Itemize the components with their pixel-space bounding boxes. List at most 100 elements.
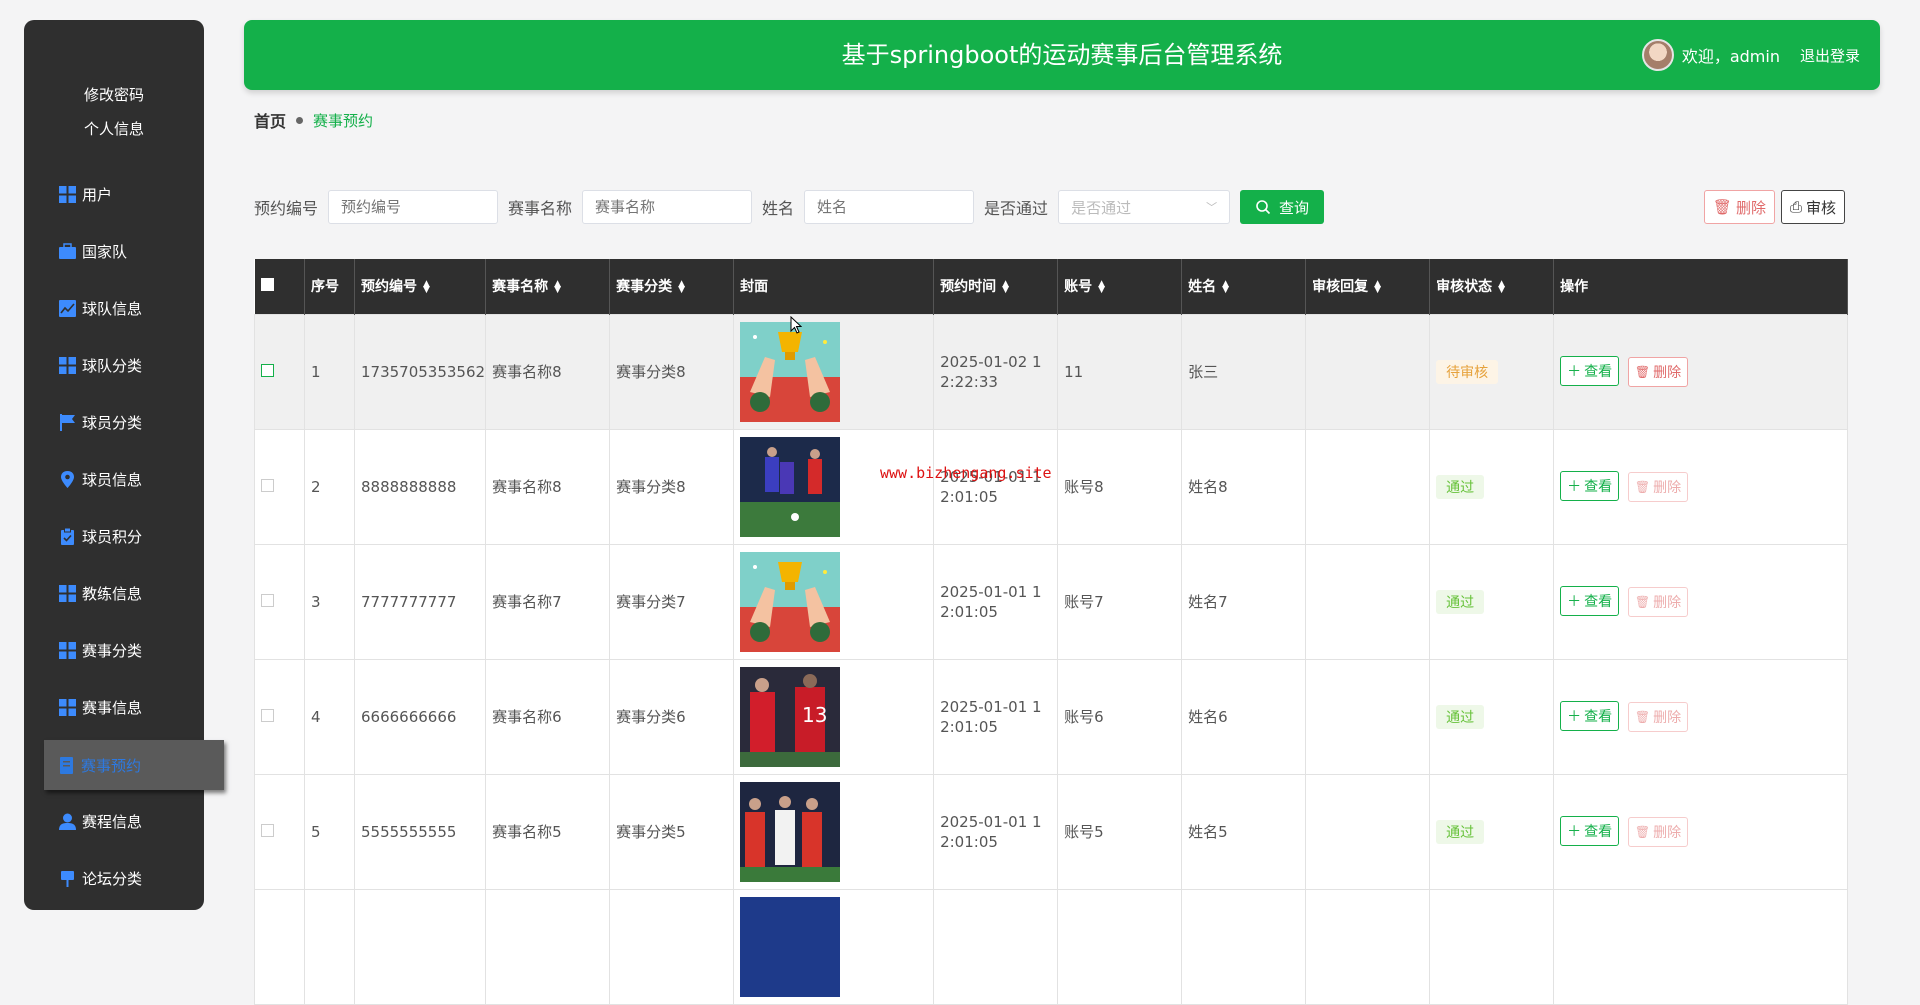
sidebar-item-7[interactable]: 教练信息 (24, 565, 204, 622)
col-account[interactable]: 账号 ▲ ▼ (1057, 259, 1183, 314)
row-actions: ＋查看 🗑 删除 (1553, 658, 1848, 775)
row-checkbox[interactable] (261, 708, 274, 722)
sidebar-item-8[interactable]: 赛事分类 (24, 622, 204, 679)
code-input[interactable] (328, 190, 499, 224)
sidebar-item-5[interactable]: 球员信息 (24, 451, 204, 508)
plus-icon: ＋ (1567, 824, 1582, 840)
sort-icon: ▲ ▼ (1222, 279, 1229, 296)
welcome-text: 欢迎，admin (1681, 47, 1780, 66)
table-row[interactable]: 3 7777777777 赛事名称7 赛事分类7 2025-01-01 12:0… (254, 543, 1848, 660)
col-event-category[interactable]: 赛事分类 ▲ ▼ (609, 259, 735, 314)
change-password-link[interactable]: 修改密码 (24, 78, 204, 112)
sidebar-item-label: 赛程信息 (82, 813, 143, 831)
sidebar-item-10[interactable]: 赛事预约 (44, 740, 224, 790)
row-reply (1305, 543, 1431, 660)
sidebar-item-9[interactable]: 赛事信息 (24, 679, 204, 736)
col-code[interactable]: 预约编号 ▲ ▼ (354, 259, 487, 314)
sidebar-item-1[interactable]: 国家队 (24, 223, 204, 280)
sidebar-item-12[interactable]: 论坛分类 (24, 850, 204, 907)
row-person: 姓名5 (1181, 773, 1307, 890)
profile-link[interactable]: 个人信息 (24, 112, 204, 146)
grid-icon (59, 642, 76, 659)
row-cover-cell (733, 313, 935, 430)
col-time[interactable]: 预约时间 ▲ ▼ (933, 259, 1059, 314)
sort-icon: ▲ ▼ (1002, 279, 1009, 296)
chevron-down-icon: ﹀ (1206, 201, 1218, 214)
sidebar-item-0[interactable]: 用户 (24, 166, 204, 223)
clipboard-icon (59, 527, 76, 545)
row-index: 2 (304, 428, 355, 545)
document-icon (58, 756, 75, 774)
sort-icon: ▲ ▼ (678, 279, 685, 296)
delete-button[interactable]: 🗑 删除 (1627, 817, 1689, 847)
row-checkbox[interactable] (261, 823, 274, 837)
row-event-name: 赛事名称7 (485, 543, 611, 660)
query-button[interactable]: 查询 (1240, 190, 1325, 224)
delete-button[interactable]: 🗑 删除 (1627, 587, 1689, 617)
view-button[interactable]: ＋查看 (1560, 471, 1620, 501)
sidebar-item-label: 球员积分 (82, 528, 143, 546)
breadcrumb-home[interactable]: 首页 (254, 108, 286, 132)
avatar[interactable] (1641, 39, 1674, 71)
row-status-cell: 通过 (1429, 658, 1555, 775)
cover-image[interactable] (740, 896, 841, 997)
sidebar-item-label: 球员分类 (82, 414, 143, 432)
cover-image[interactable] (740, 436, 933, 537)
sidebar-item-2[interactable]: 球队信息 (24, 280, 204, 337)
delete-button[interactable]: 🗑 删除 (1627, 702, 1689, 732)
mouse-cursor-icon (790, 316, 802, 334)
col-actions: 操作 (1553, 259, 1848, 314)
person-name-input[interactable] (804, 190, 975, 224)
col-status[interactable]: 审核状态 ▲ ▼ (1429, 259, 1555, 314)
logout-button[interactable]: 退出登录 (1800, 45, 1860, 66)
row-checkbox[interactable] (261, 363, 274, 377)
event-name-input[interactable] (582, 190, 753, 224)
row-cover-cell (733, 428, 935, 545)
row-event-category: 赛事分类8 (609, 313, 735, 430)
view-button[interactable]: ＋查看 (1560, 356, 1620, 386)
audit-button[interactable]: ⎙ 审核 (1780, 190, 1845, 224)
sidebar-item-label: 教练信息 (82, 585, 143, 603)
row-status-cell: 通过 (1429, 773, 1555, 890)
delete-button[interactable]: 🗑 删除 (1627, 357, 1689, 387)
app-title: 基于springboot的运动赛事后台管理系统 (841, 41, 1283, 69)
view-button[interactable]: ＋查看 (1560, 586, 1620, 616)
row-reply (1305, 773, 1431, 890)
row-checkbox[interactable] (261, 593, 274, 607)
row-time: 2025-01-01 12:01:05 (933, 428, 1059, 545)
cover-image[interactable] (740, 551, 933, 652)
cover-image[interactable]: 13 (740, 666, 933, 767)
row-checkbox[interactable] (261, 478, 274, 492)
cover-image[interactable] (740, 321, 933, 422)
view-button[interactable]: ＋查看 (1560, 816, 1620, 846)
row-account: 账号7 (1057, 543, 1183, 660)
row-time: 2025-01-01 12:01:05 (933, 658, 1059, 775)
view-button-label: 查看 (1584, 594, 1613, 610)
plus-icon: ＋ (1567, 709, 1582, 725)
row-code: 6666666666 (353, 658, 487, 775)
col-reply[interactable]: 审核回复 ▲ ▼ (1305, 259, 1431, 314)
table-row[interactable]: 5 5555555555 赛事名称5 赛事分类5 2025-01-01 12:0… (254, 773, 1848, 890)
table-row[interactable]: 1 1735705353562 赛事名称8 赛事分类8 2025-01-02 1… (254, 313, 1848, 430)
sidebar-item-11[interactable]: 赛程信息 (24, 793, 204, 850)
row-person: 姓名7 (1181, 543, 1307, 660)
col-person[interactable]: 姓名 ▲ ▼ (1181, 259, 1307, 314)
bulk-delete-button[interactable]: 🗑 删除 (1703, 190, 1775, 224)
view-button[interactable]: ＋查看 (1560, 701, 1620, 731)
sidebar-item-3[interactable]: 球队分类 (24, 337, 204, 394)
grid-icon (59, 357, 76, 374)
sidebar-menu: 用户 国家队 球队信息 球队分类球员分类球员信息球员积分教练信息赛事分类 赛事信息 赛事预… (24, 166, 224, 907)
sidebar-item-6[interactable]: 球员积分 (24, 508, 204, 565)
table-row[interactable]: 4 6666666666 赛事名称6 赛事分类6 13 2025-01-01 1… (254, 658, 1848, 775)
delete-button[interactable]: 🗑 删除 (1627, 472, 1689, 502)
row-reply (1305, 313, 1431, 430)
row-code: 5555555555 (353, 773, 487, 890)
row-actions: ＋查看 🗑 删除 (1553, 543, 1848, 660)
pass-select[interactable]: 是否通过 ﹀ (1058, 190, 1231, 224)
cover-image[interactable] (740, 781, 933, 882)
table-row[interactable] (254, 888, 1848, 1005)
select-all-checkbox[interactable] (260, 277, 274, 291)
table-row[interactable]: 2 8888888888 赛事名称8 赛事分类8 2025-01-01 12:0… (254, 428, 1848, 545)
col-event-name[interactable]: 赛事名称 ▲ ▼ (485, 259, 611, 314)
sidebar-item-4[interactable]: 球员分类 (24, 394, 204, 451)
